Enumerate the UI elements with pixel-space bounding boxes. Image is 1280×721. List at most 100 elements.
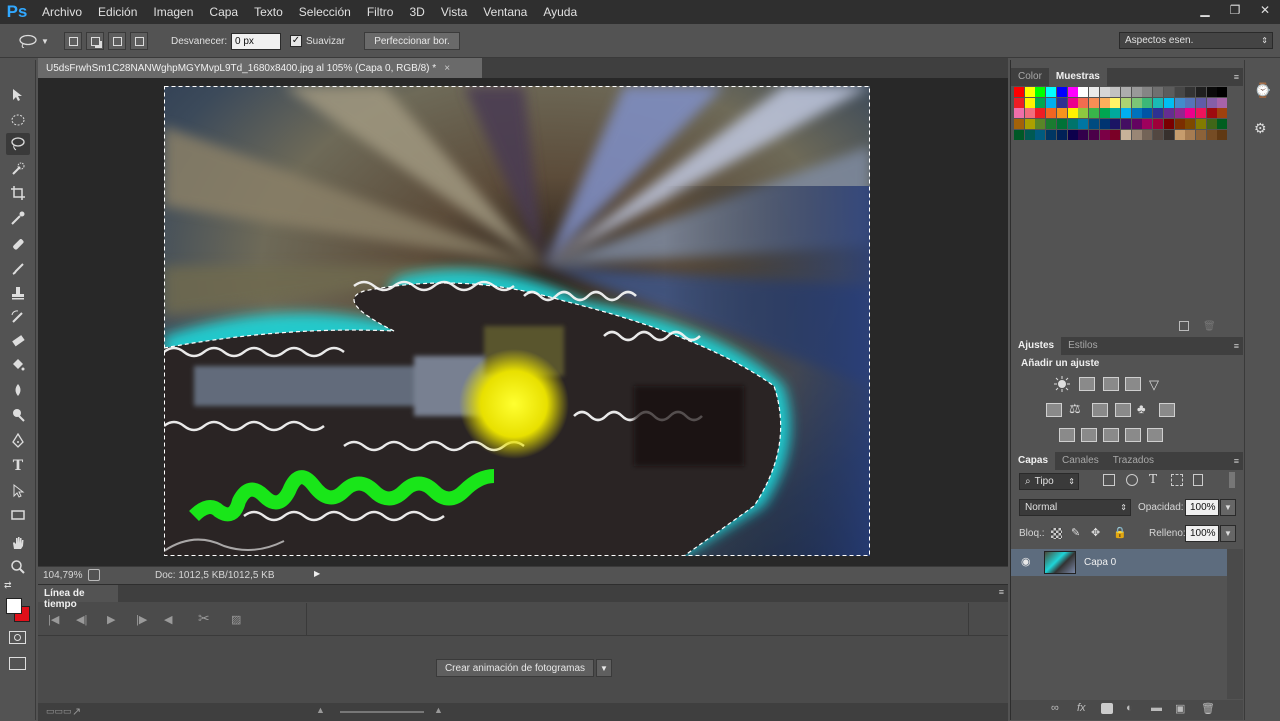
color-swatch[interactable] — [1067, 87, 1078, 97]
color-swatch[interactable] — [1056, 119, 1067, 130]
menu-item[interactable]: Vista — [433, 0, 475, 24]
color-swatch[interactable] — [1142, 108, 1153, 119]
filter-type-icon[interactable]: T — [1149, 472, 1157, 486]
color-swatch[interactable] — [1217, 97, 1228, 108]
color-swatch[interactable] — [1067, 119, 1078, 130]
marquee-tool-icon[interactable] — [6, 109, 30, 131]
color-swatch[interactable] — [1067, 97, 1078, 108]
close-icon[interactable]: ✕ — [1250, 0, 1280, 20]
render-icon[interactable]: ↗ — [72, 705, 81, 718]
paint-bucket-icon[interactable] — [6, 354, 30, 376]
layer-filter-select[interactable]: ⌕ Tipo ⇕ — [1019, 473, 1079, 490]
color-swatch[interactable] — [1142, 119, 1153, 130]
add-selection-icon[interactable] — [86, 32, 104, 50]
color-swatch[interactable] — [1088, 119, 1099, 130]
color-swatch[interactable] — [1153, 108, 1164, 119]
curves-icon[interactable] — [1103, 377, 1119, 391]
color-swatch[interactable] — [1185, 119, 1196, 130]
healing-brush-icon[interactable] — [6, 233, 30, 255]
move-tool-icon[interactable] — [6, 84, 30, 106]
photo-filter-icon[interactable] — [1115, 403, 1131, 417]
color-swatch[interactable] — [1206, 108, 1217, 119]
trash-icon[interactable]: 🗑 — [1203, 321, 1216, 332]
color-swatch[interactable] — [1099, 87, 1110, 97]
color-swatch[interactable] — [1163, 129, 1174, 140]
color-swatch[interactable] — [1056, 97, 1067, 108]
color-swatch[interactable] — [1078, 119, 1089, 130]
scissors-icon[interactable]: ✂ — [198, 610, 210, 627]
color-swatch[interactable] — [1078, 108, 1089, 119]
first-frame-icon[interactable]: |◀ — [48, 613, 59, 626]
color-swatch[interactable] — [1185, 129, 1196, 140]
lasso-tool-preset[interactable]: ▼ — [18, 32, 54, 50]
color-swatch[interactable] — [1099, 97, 1110, 108]
refine-edge-button[interactable]: Perfeccionar bor. — [364, 32, 460, 50]
color-swatch[interactable] — [1099, 129, 1110, 140]
previous-frame-icon[interactable]: ◀| — [76, 613, 87, 626]
filter-smart-object-icon[interactable] — [1193, 474, 1203, 486]
color-swatch[interactable] — [1121, 97, 1131, 108]
color-swatch[interactable] — [1217, 87, 1228, 97]
panel-menu-icon[interactable]: ≡ — [1234, 452, 1239, 470]
color-swatch[interactable] — [1174, 119, 1185, 130]
color-swatch[interactable] — [1217, 119, 1228, 130]
color-swatch[interactable] — [1195, 108, 1206, 119]
color-swatch[interactable] — [1131, 129, 1142, 140]
color-swatch[interactable] — [1142, 87, 1153, 97]
fx-icon[interactable]: fx — [1077, 702, 1086, 714]
color-swatch[interactable] — [1014, 119, 1024, 130]
history-panel-icon[interactable]: ⌚ — [1254, 82, 1271, 99]
timeline-tab[interactable]: Línea de tiempo — [38, 585, 118, 610]
color-swatch[interactable] — [1185, 108, 1196, 119]
levels-icon[interactable] — [1079, 377, 1095, 391]
color-swatch[interactable] — [1185, 87, 1196, 97]
lock-position-icon[interactable]: ✥ — [1091, 526, 1100, 539]
pen-tool-icon[interactable] — [6, 430, 30, 452]
color-swatch[interactable] — [1067, 108, 1078, 119]
new-swatch-icon[interactable] — [1179, 321, 1189, 331]
dodge-tool-icon[interactable] — [6, 404, 30, 426]
color-swatch[interactable] — [1163, 87, 1174, 97]
tab-styles[interactable]: Estilos — [1061, 337, 1104, 355]
crop-tool-icon[interactable] — [6, 182, 30, 204]
color-swatch[interactable] — [1078, 129, 1089, 140]
threshold-icon[interactable] — [1103, 428, 1119, 442]
menu-item[interactable]: Capa — [201, 0, 246, 24]
close-tab-icon[interactable]: × — [444, 63, 450, 74]
subtract-selection-icon[interactable] — [108, 32, 126, 50]
export-icon[interactable] — [88, 569, 100, 581]
tab-swatches[interactable]: Muestras — [1048, 68, 1107, 86]
layer-row[interactable]: ◉ Capa 0 — [1011, 549, 1227, 576]
menu-item[interactable]: Edición — [90, 0, 145, 24]
color-swatch[interactable] — [1217, 108, 1228, 119]
color-swatch[interactable] — [1110, 87, 1121, 97]
path-selection-icon[interactable] — [6, 480, 30, 502]
transition-icon[interactable]: ▨ — [231, 613, 241, 626]
color-swatch[interactable] — [1163, 119, 1174, 130]
color-swatch[interactable] — [1110, 119, 1121, 130]
color-swatch[interactable] — [1174, 108, 1185, 119]
restore-icon[interactable]: ❐ — [1220, 0, 1250, 20]
color-swatch[interactable] — [1153, 87, 1164, 97]
document-tab[interactable]: U5dsFrwhSm1C28NANWghpMGYMvpL9Td_1680x840… — [38, 58, 482, 78]
color-swatch[interactable] — [1014, 87, 1024, 97]
swatch-grid[interactable] — [1014, 87, 1229, 167]
gradient-fill-icon[interactable] — [1147, 428, 1163, 442]
color-swatch[interactable] — [1035, 87, 1046, 97]
blur-tool-icon[interactable] — [6, 379, 30, 401]
color-swatch[interactable] — [1024, 87, 1035, 97]
menu-item[interactable]: Selección — [291, 0, 359, 24]
filter-shape-icon[interactable] — [1171, 474, 1183, 486]
menu-item[interactable]: Imagen — [145, 0, 201, 24]
timeline-zoom-slider[interactable] — [340, 711, 424, 713]
color-swatch[interactable] — [1206, 119, 1217, 130]
color-swatch[interactable] — [1121, 87, 1131, 97]
color-swatch[interactable] — [1078, 97, 1089, 108]
color-swatch[interactable] — [1206, 87, 1217, 97]
tab-color[interactable]: Color — [1011, 68, 1049, 86]
brightness-icon[interactable] — [1054, 376, 1070, 395]
color-swatch[interactable] — [1024, 119, 1035, 130]
status-menu-arrow-icon[interactable]: ▶ — [314, 569, 324, 581]
color-swatch[interactable] — [1024, 97, 1035, 108]
color-swatch[interactable] — [1046, 108, 1057, 119]
